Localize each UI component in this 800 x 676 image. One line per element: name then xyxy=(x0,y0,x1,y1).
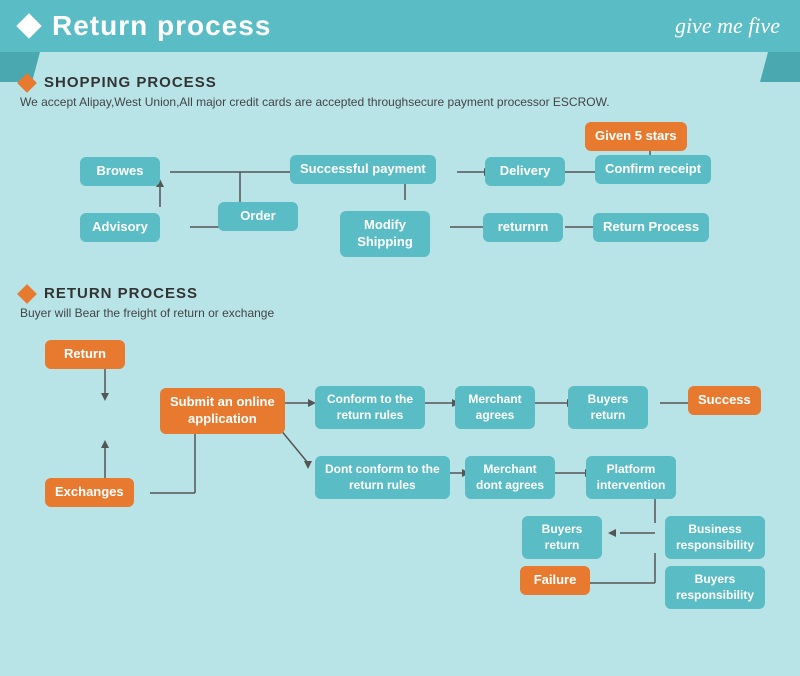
header-diamond-icon xyxy=(16,13,41,38)
given-5-stars-box: Given 5 stars xyxy=(585,122,687,151)
modify-shipping-box: Modify Shipping xyxy=(340,211,430,257)
main-content: SHOPPING PROCESS We accept Alipay,West U… xyxy=(0,52,800,628)
order-box: Order xyxy=(218,202,298,231)
shopping-section-header: SHOPPING PROCESS xyxy=(20,74,780,91)
return-process-box: Return Process xyxy=(593,213,709,242)
buyers-return2-box: Buyers return xyxy=(522,516,602,559)
return-diamond-icon xyxy=(17,284,37,304)
submit-online-box: Submit an online application xyxy=(160,388,285,434)
browes-box: Browes xyxy=(80,157,160,186)
platform-intervention-box: Platform intervention xyxy=(586,456,676,499)
merchant-agrees-box: Merchant agrees xyxy=(455,386,535,429)
shopping-section-subtitle: We accept Alipay,West Union,All major cr… xyxy=(20,95,780,109)
header-logo: give me five xyxy=(675,13,780,39)
successful-payment-box: Successful payment xyxy=(290,155,436,184)
return-section-title: RETURN PROCESS xyxy=(44,285,198,302)
shopping-section-title: SHOPPING PROCESS xyxy=(44,74,217,91)
success-box: Success xyxy=(688,386,761,415)
return-section-header: RETURN PROCESS xyxy=(20,285,780,302)
returnrn-box: returnrn xyxy=(483,213,563,242)
delivery-box: Delivery xyxy=(485,157,565,186)
conform-rules-box: Conform to the return rules xyxy=(315,386,425,429)
return-section: RETURN PROCESS Buyer will Bear the freig… xyxy=(20,285,780,618)
exchanges-box: Exchanges xyxy=(45,478,134,507)
shopping-flow-diagram: Given 5 stars Browes Successful payment … xyxy=(20,117,780,277)
header: Return process give me five xyxy=(0,0,800,52)
dont-conform-rules-box: Dont conform to the return rules xyxy=(315,456,450,499)
return-section-subtitle: Buyer will Bear the freight of return or… xyxy=(20,306,780,320)
buyers-responsibility-box: Buyers responsibility xyxy=(665,566,765,609)
confirm-receipt-box: Confirm receipt xyxy=(595,155,711,184)
advisory-box: Advisory xyxy=(80,213,160,242)
failure-box: Failure xyxy=(520,566,590,595)
return-flow-diagram: Return Submit an online application Exch… xyxy=(20,328,780,618)
page-title: Return process xyxy=(52,10,271,42)
return-box: Return xyxy=(45,340,125,369)
merchant-dont-agrees-box: Merchant dont agrees xyxy=(465,456,555,499)
business-responsibility-box: Business responsibility xyxy=(665,516,765,559)
buyers-return1-box: Buyers return xyxy=(568,386,648,429)
